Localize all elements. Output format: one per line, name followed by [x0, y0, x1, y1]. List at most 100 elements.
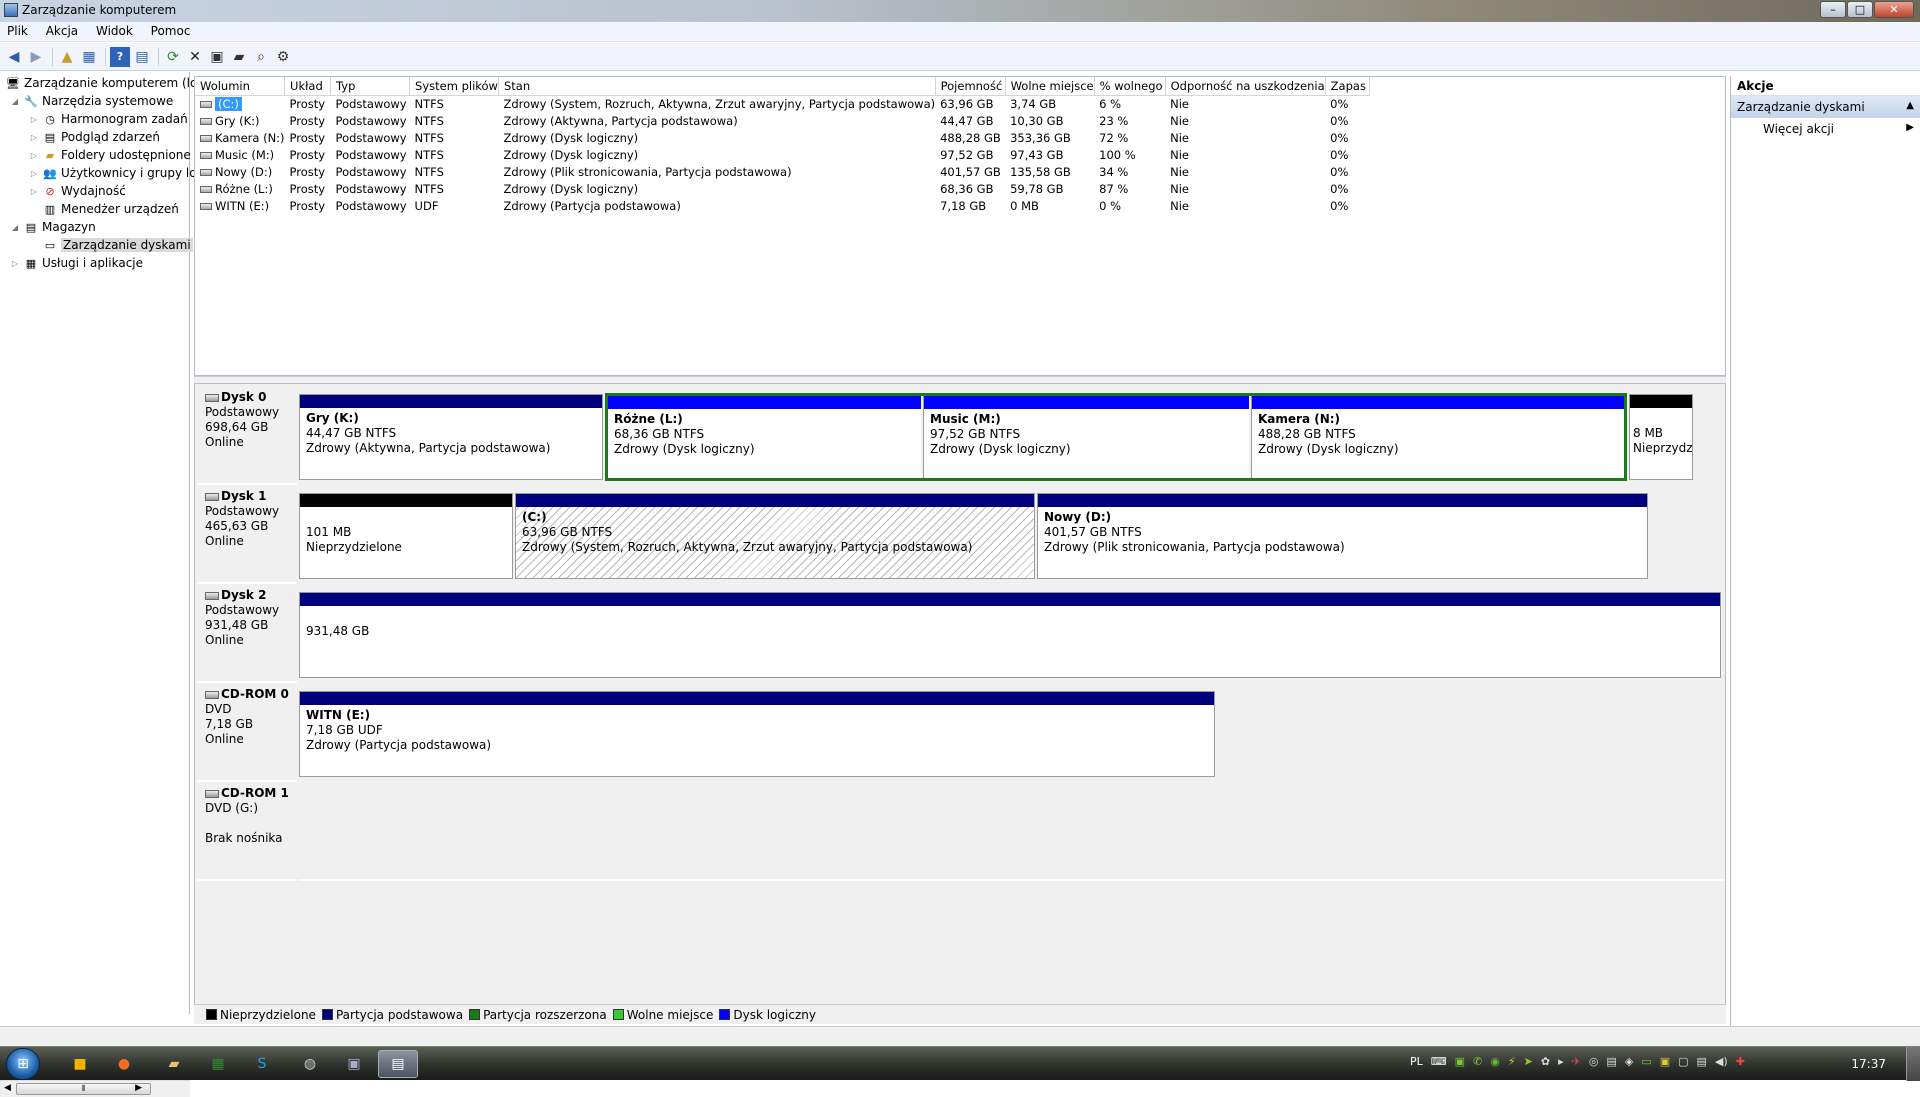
tray-app-icon[interactable]: ◉ [1490, 1055, 1500, 1068]
partition-witn[interactable]: WITN (E:) 7,18 GB UDF Zdrowy (Partycja p… [299, 691, 1215, 777]
show-tree-icon[interactable]: ▦ [79, 47, 99, 67]
expand-icon[interactable]: ▷ [29, 151, 39, 160]
tray-app-icon[interactable]: ▣ [1660, 1055, 1670, 1068]
collapse-up-icon[interactable]: ▲ [1906, 100, 1914, 111]
minimize-button[interactable]: – [1820, 1, 1846, 18]
tray-app-icon[interactable]: ▣ [1455, 1055, 1465, 1068]
help-icon[interactable]: ? [110, 46, 130, 67]
partition-c[interactable]: (C:) 63,96 GB NTFS Zdrowy (System, Rozru… [515, 493, 1035, 579]
scrollbar-thumb[interactable]: ⦀ [16, 1083, 151, 1095]
disk-label-0[interactable]: Dysk 0 Podstawowy 698,64 GB Online [197, 388, 297, 485]
collapse-icon[interactable]: ◢ [10, 97, 20, 106]
tray-app-icon[interactable]: ⚡ [1508, 1055, 1516, 1068]
settings-icon[interactable]: ⚙ [273, 47, 293, 67]
partition-kamera[interactable]: Kamera (N:) 488,28 GB NTFS Zdrowy (Dysk … [1251, 396, 1624, 478]
tree-item-performance[interactable]: ▷ ⊘ Wydajność [29, 182, 126, 200]
table-row[interactable]: Gry (K:) Prosty Podstawowy NTFS Zdrowy (Akty… [195, 112, 1369, 129]
pane-splitter[interactable] [194, 376, 1726, 383]
partition-music[interactable]: Music (M:) 97,52 GB NTFS Zdrowy (Dysk lo… [923, 396, 1249, 478]
col-header-fault-tolerance[interactable]: Odporność na uszkodzenia [1165, 77, 1326, 96]
search-icon[interactable]: ⌕ [251, 47, 271, 67]
clock[interactable]: 17:37 [1851, 1057, 1886, 1071]
action-pane-icon[interactable]: ▤ [132, 47, 152, 67]
volume-icon[interactable]: ◀) [1715, 1055, 1728, 1068]
col-header-volume[interactable]: Wolumin [195, 77, 286, 96]
tree-item-root[interactable]: 🖥 Zarządzanie komputerem (loka [2, 74, 211, 92]
up-folder-icon[interactable]: ▲ [57, 47, 77, 67]
open-folder-icon[interactable]: ▰ [229, 47, 249, 67]
expand-icon[interactable]: ▷ [29, 133, 39, 142]
taskbar-outlook-icon[interactable]: ■ [60, 1050, 100, 1078]
tray-app-icon[interactable]: ▭ [1641, 1055, 1651, 1068]
menu-akcja[interactable]: Akcja [39, 22, 85, 40]
tree-horizontal-scrollbar[interactable]: ◀ ⦀ ▶ [0, 1080, 190, 1097]
close-button[interactable]: ✕ [1874, 1, 1914, 18]
show-desktop-button[interactable] [1906, 1047, 1920, 1081]
delete-icon[interactable]: ✕ [185, 47, 205, 67]
forward-icon[interactable]: ▶ [26, 47, 46, 67]
menu-pomoc[interactable]: Pomoc [144, 22, 198, 40]
table-row[interactable]: Kamera (N:) Prosty Podstawowy NTFS Zdrowy (D… [195, 129, 1369, 146]
disk-label-cdrom1[interactable]: CD-ROM 1 DVD (G:) Brak nośnika [197, 784, 297, 881]
table-row[interactable]: WITN (E:) Prosty Podstawowy UDF Zdrowy (Part… [195, 197, 1369, 214]
taskbar-firefox-icon[interactable]: ● [104, 1050, 144, 1078]
tray-app-icon[interactable]: ▤ [1606, 1055, 1616, 1068]
tree-item-storage[interactable]: ◢ ▤ Magazyn [10, 218, 96, 236]
tree-item-users[interactable]: ▷ 👥 Użytkownicy i grupy lok [29, 164, 204, 182]
tray-app-icon[interactable]: ✿ [1541, 1055, 1550, 1068]
col-header-free-space[interactable]: Wolne miejsce [1005, 77, 1095, 96]
tree-item-device-manager[interactable]: ▥ Menedżer urządzeń [39, 200, 179, 218]
tray-app-icon[interactable]: ▸ [1558, 1055, 1564, 1068]
col-header-overhead[interactable]: Zapas [1325, 77, 1370, 96]
expand-icon[interactable]: ▷ [29, 187, 39, 196]
back-icon[interactable]: ◀ [4, 47, 24, 67]
start-button[interactable]: ⊞ [6, 1048, 40, 1080]
tree-item-system-tools[interactable]: ◢ 🔧 Narzędzia systemowe [10, 92, 173, 110]
taskbar-explorer-icon[interactable]: ▰ [154, 1050, 194, 1078]
taskbar-skype-icon[interactable]: S [242, 1050, 282, 1078]
partition-unallocated-disk0[interactable]: 8 MB Nieprzydz [1629, 394, 1693, 480]
tree-item-event-viewer[interactable]: ▷ ▤ Podgląd zdarzeń [29, 128, 160, 146]
maximize-button[interactable]: □ [1847, 1, 1873, 18]
tree-item-shared-folders[interactable]: ▷ ▰ Foldery udostępnione [29, 146, 191, 164]
actions-section-disk-management[interactable]: Zarządzanie dyskami ▲ [1731, 96, 1920, 118]
table-row[interactable]: Różne (L:) Prosty Podstawowy NTFS Zdrowy (Dy… [195, 180, 1369, 197]
properties-icon[interactable]: ▣ [207, 47, 227, 67]
col-header-status[interactable]: Stan [498, 77, 936, 96]
taskbar-computer-management-icon[interactable]: ▤ [378, 1050, 418, 1078]
partition-rozne[interactable]: Różne (L:) 68,36 GB NTFS Zdrowy (Dysk lo… [608, 396, 921, 478]
disk-label-1[interactable]: Dysk 1 Podstawowy 465,63 GB Online [197, 487, 297, 584]
collapse-icon[interactable]: ◢ [10, 223, 20, 232]
refresh-icon[interactable]: ⟳ [163, 47, 183, 67]
col-header-percent-free[interactable]: % wolnego [1094, 77, 1166, 96]
network-icon[interactable]: ▤ [1697, 1055, 1707, 1068]
partition-unallocated-disk1[interactable]: 101 MB Nieprzydzielone [299, 493, 513, 579]
taskbar-excel-icon[interactable]: ▦ [198, 1050, 238, 1078]
taskbar-monitor-icon[interactable]: ▣ [334, 1050, 374, 1078]
tray-app-icon[interactable]: ✆ [1473, 1055, 1482, 1068]
tray-app-icon[interactable]: ▢ [1678, 1055, 1688, 1068]
expand-icon[interactable]: ▷ [29, 115, 39, 124]
menu-widok[interactable]: Widok [89, 22, 140, 40]
tree-item-disk-management[interactable]: ▭ Zarządzanie dyskami [39, 236, 193, 254]
table-row[interactable]: (C:) Prosty Podstawowy NTFS Zdrowy (System, … [195, 95, 1369, 112]
table-row[interactable]: Nowy (D:) Prosty Podstawowy NTFS Zdrowy (Pli… [195, 163, 1369, 180]
tray-app-icon[interactable]: ➤ [1524, 1055, 1533, 1068]
taskbar-drive-icon[interactable]: ◍ [290, 1050, 330, 1078]
tree-item-task-scheduler[interactable]: ▷ ◷ Harmonogram zadań [29, 110, 188, 128]
power-icon[interactable]: ✚ [1736, 1055, 1745, 1068]
scroll-left-icon[interactable]: ◀ [4, 1083, 11, 1093]
col-header-capacity[interactable]: Pojemność [935, 77, 1006, 96]
expand-icon[interactable]: ▷ [10, 259, 20, 268]
disk-label-2[interactable]: Dysk 2 Podstawowy 931,48 GB Online [197, 586, 297, 683]
tray-app-icon[interactable]: ✈ [1572, 1055, 1581, 1068]
disk-label-cdrom0[interactable]: CD-ROM 0 DVD 7,18 GB Online [197, 685, 297, 782]
more-actions[interactable]: Więcej akcji ▶ [1731, 118, 1920, 140]
keyboard-icon[interactable]: ⌨ [1431, 1055, 1447, 1068]
language-indicator[interactable]: PL [1410, 1055, 1423, 1068]
expand-icon[interactable]: ▷ [29, 169, 39, 178]
tray-app-icon[interactable]: ◈ [1625, 1055, 1633, 1068]
col-header-layout[interactable]: Układ [284, 77, 332, 96]
tree-item-services[interactable]: ▷ ▦ Usługi i aplikacje [10, 254, 143, 272]
col-header-type[interactable]: Typ [330, 77, 411, 96]
